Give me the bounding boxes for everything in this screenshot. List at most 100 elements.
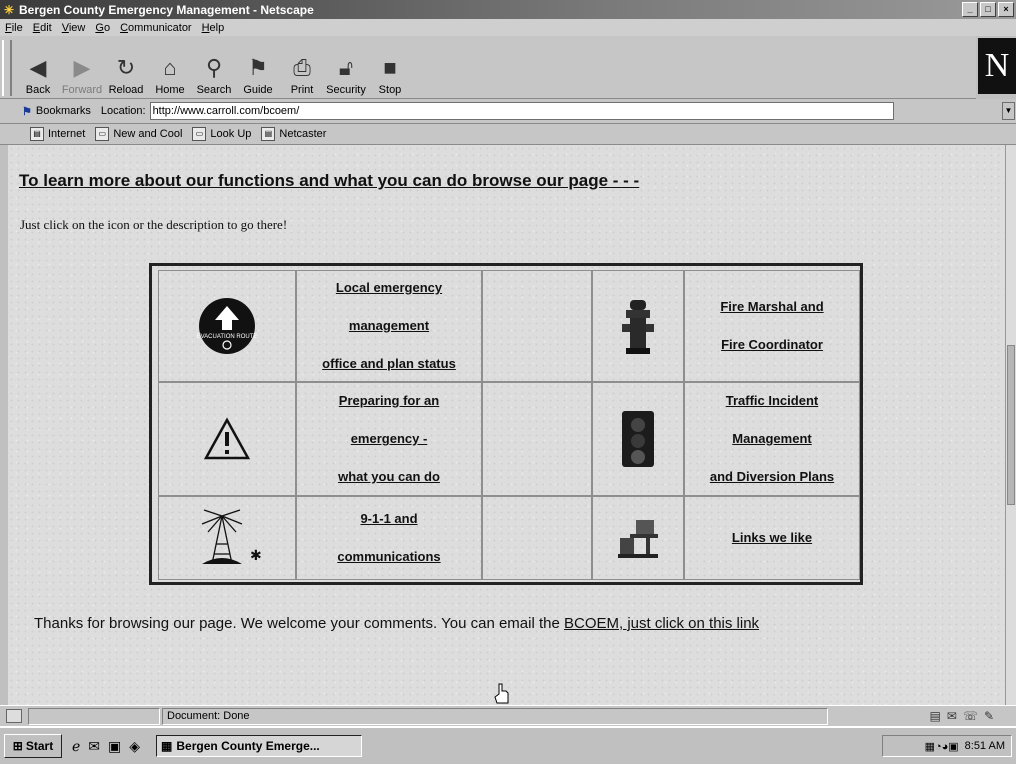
internet-explorer-icon[interactable]: ℯ (72, 738, 80, 755)
personal-item-internet[interactable]: ▤ Internet (30, 127, 85, 141)
print-button[interactable]: ⎙ Print (280, 44, 324, 96)
link-fire-marshal-line1[interactable]: Fire Marshal and (720, 288, 823, 326)
computer-desk-icon (618, 520, 658, 558)
outlook-icon[interactable]: ✉ (88, 738, 100, 755)
back-arrow-icon: ◀ (29, 55, 47, 80)
stop-button[interactable]: ■ Stop (368, 44, 412, 96)
security-button[interactable]: 🔓︎ Security (324, 44, 368, 96)
back-label: Back (25, 84, 51, 96)
url-input[interactable]: http://www.carroll.com/bcoem/ (149, 102, 894, 120)
channels-icon[interactable]: ◈ (129, 738, 140, 755)
menu-help[interactable]: Help (202, 22, 225, 34)
vertical-scrollbar[interactable] (1005, 145, 1016, 705)
security-label: Security (326, 84, 366, 96)
link-preparing-line1[interactable]: Preparing for an (338, 382, 440, 420)
fire-hydrant-icon (622, 300, 654, 354)
search-button[interactable]: ⚲ Search (192, 44, 236, 96)
bookmarks-button[interactable]: ⚑ Bookmarks (22, 105, 91, 118)
link-traffic-line1[interactable]: Traffic Incident (710, 382, 834, 420)
netscape-logo[interactable]: N (978, 38, 1016, 94)
component-bar-icons[interactable]: ▤✉☏✎ (930, 709, 1000, 723)
svg-text:✱: ✱ (250, 548, 262, 564)
personal-item-label: Netcaster (279, 128, 327, 140)
menu-go[interactable]: Go (95, 22, 110, 34)
preparing-link-icon[interactable] (158, 382, 296, 496)
links-we-like-link-icon[interactable] (592, 496, 684, 580)
menu-edit[interactable]: Edit (33, 22, 52, 34)
quick-launch: ℯ ✉ ▣ ◈ (72, 738, 140, 755)
menu-file[interactable]: File (5, 22, 23, 34)
footer-text: Thanks for browsing our page. We welcome… (34, 615, 759, 632)
forward-button[interactable]: ▶ Forward (60, 44, 104, 96)
location-toolbar: ⚑ Bookmarks Location: http://www.carroll… (0, 99, 1016, 124)
minimize-button[interactable]: _ (962, 2, 978, 17)
link-traffic-line2[interactable]: Management (710, 420, 834, 458)
toolbar-grip[interactable] (2, 40, 12, 96)
link-fire-marshal[interactable]: Fire Marshal and Fire Coordinator (684, 270, 860, 382)
links-table: EVACUATION ROUTE Local emergency managem… (149, 263, 863, 585)
spacer-cell (482, 496, 592, 580)
personal-item-new-and-cool[interactable]: ▭ New and Cool (95, 127, 182, 141)
reload-label: Reload (108, 84, 144, 96)
link-911-line1[interactable]: 9-1-1 and (337, 500, 440, 538)
scrollbar-thumb[interactable] (1007, 345, 1015, 505)
netscape-icon: ✳ (3, 2, 15, 17)
guide-button[interactable]: ⚑ Guide (236, 44, 280, 96)
home-icon: ⌂ (163, 55, 177, 80)
link-911-line2[interactable]: communications (337, 538, 440, 576)
search-icon: ⚲ (205, 55, 223, 80)
window-controls: _ □ × (962, 2, 1014, 17)
personal-item-look-up[interactable]: ▭ Look Up (192, 127, 251, 141)
desktop-icon[interactable]: ▣ (108, 738, 121, 755)
link-911-communications[interactable]: 9-1-1 and communications (296, 496, 482, 580)
personal-toolbar: ▤ Internet ▭ New and Cool ▭ Look Up ▤ Ne… (0, 124, 1016, 145)
link-local-emergency-line3[interactable]: office and plan status (322, 345, 456, 383)
task-netscape-window[interactable]: ▦ Bergen County Emerge... (156, 735, 363, 757)
footer-message: Thanks for browsing our page. We welcome… (34, 615, 564, 632)
menu-bar: File Edit View Go Communicator Help (0, 19, 1016, 36)
email-bcoem-link[interactable]: BCOEM, just click on this link (564, 615, 759, 632)
search-label: Search (196, 84, 232, 96)
communications-link-icon[interactable]: ✱ (158, 496, 296, 580)
link-local-emergency-management[interactable]: Local emergency management office and pl… (296, 270, 482, 382)
link-fire-marshal-line2[interactable]: Fire Coordinator (720, 326, 823, 364)
fire-marshal-link-icon[interactable] (592, 270, 684, 382)
spacer-cell (482, 270, 592, 382)
reload-button[interactable]: ↻ Reload (104, 44, 148, 96)
reload-icon: ↻ (116, 55, 136, 80)
link-links-we-like-line1[interactable]: Links we like (732, 519, 812, 557)
taskbar: ⊞ Start ℯ ✉ ▣ ◈ ▦ Bergen County Emerge..… (0, 726, 1016, 764)
link-preparing-line3[interactable]: what you can do (338, 458, 440, 496)
personal-item-netcaster[interactable]: ▤ Netcaster (261, 127, 326, 141)
progress-box (28, 707, 160, 725)
link-preparing-line2[interactable]: emergency - (338, 420, 440, 458)
menu-view[interactable]: View (62, 22, 86, 34)
link-local-emergency-line1[interactable]: Local emergency (322, 269, 456, 307)
close-button[interactable]: × (998, 2, 1014, 17)
link-traffic-incident[interactable]: Traffic Incident Management and Diversio… (684, 382, 860, 496)
link-links-we-like[interactable]: Links we like (684, 496, 860, 580)
clock[interactable]: 8:51 AM (965, 740, 1005, 752)
back-button[interactable]: ◀ Back (16, 44, 60, 96)
bookmarks-icon: ⚑ (22, 105, 32, 118)
evacuation-route-text: EVACUATION ROUTE (197, 334, 258, 340)
link-preparing-for-emergency[interactable]: Preparing for an emergency - what you ca… (296, 382, 482, 496)
window-title: Bergen County Emergency Management - Net… (19, 2, 314, 17)
maximize-button[interactable]: □ (980, 2, 996, 17)
url-dropdown-icon[interactable]: ▼ (1002, 102, 1015, 120)
bookmarks-label: Bookmarks (35, 105, 91, 117)
tray-icons[interactable]: ▦◔◕▣ (925, 740, 959, 753)
location-label: Location: (100, 105, 146, 117)
start-button[interactable]: ⊞ Start (4, 734, 62, 758)
menu-communicator[interactable]: Communicator (120, 22, 192, 34)
link-local-emergency-line2[interactable]: management (322, 307, 456, 345)
stop-label: Stop (378, 84, 402, 96)
link-traffic-line3[interactable]: and Diversion Plans (710, 458, 834, 496)
evacuation-route-icon: EVACUATION ROUTE (197, 298, 258, 354)
print-icon: ⎙ (293, 55, 311, 80)
traffic-incident-link-icon[interactable] (592, 382, 684, 496)
start-label: Start (25, 739, 54, 753)
home-button[interactable]: ⌂ Home (148, 44, 192, 96)
security-status-icon[interactable] (6, 709, 22, 723)
evacuation-route-link-icon[interactable]: EVACUATION ROUTE (158, 270, 296, 382)
